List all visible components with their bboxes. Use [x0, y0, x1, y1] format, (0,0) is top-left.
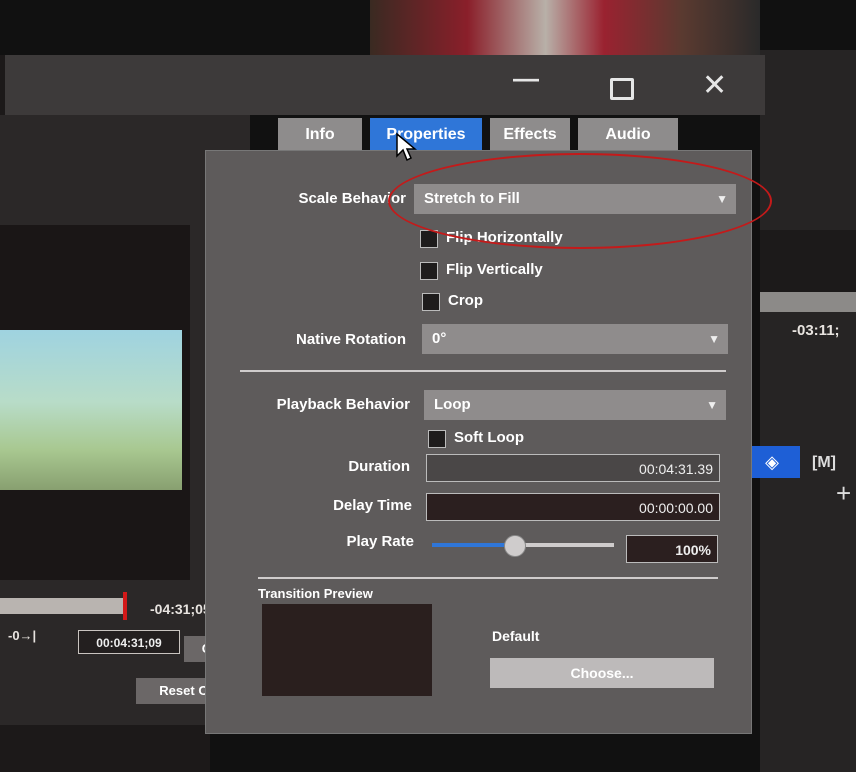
scale-behavior-label: Scale Behavior — [298, 190, 406, 207]
native-rotation-label: Native Rotation — [295, 331, 406, 348]
plus-icon[interactable]: + — [836, 478, 851, 509]
background-video-frame — [370, 0, 760, 55]
divider — [240, 370, 726, 372]
mouse-cursor-icon — [396, 132, 417, 162]
window-titlebar — [5, 55, 765, 115]
divider — [258, 577, 718, 579]
minimize-icon[interactable]: — — [513, 63, 539, 94]
delay-time-label: Delay Time — [333, 497, 412, 514]
play-rate-slider-thumb[interactable] — [504, 535, 526, 557]
flip-vertically-checkbox[interactable] — [420, 262, 438, 280]
remaining-time: -04:31;05 — [150, 601, 211, 617]
right-timeline-strip — [760, 292, 856, 312]
playback-behavior-label: Playback Behavior — [276, 396, 410, 413]
transition-preview-label: Transition Preview — [258, 586, 373, 601]
playhead-marker[interactable] — [123, 592, 127, 620]
default-transition-label: Default — [492, 628, 540, 644]
delay-time-field[interactable]: 00:00:00.00 — [426, 493, 720, 521]
step-to-end-icon[interactable]: -0→| — [8, 628, 36, 643]
maximize-icon[interactable] — [610, 78, 634, 100]
play-rate-slider-track[interactable] — [514, 543, 614, 547]
play-rate-slider-fill — [432, 543, 514, 547]
transition-preview-box — [262, 604, 432, 696]
layers-icon: ◈ — [765, 452, 779, 472]
right-timeline-area — [760, 230, 856, 292]
native-rotation-value: 0° — [432, 330, 447, 347]
layers-button[interactable]: ◈ — [744, 446, 800, 478]
red-annotation-ellipse — [388, 153, 772, 249]
native-rotation-dropdown[interactable]: 0° ▼ — [422, 324, 728, 354]
out-timecode-field[interactable]: 00:04:31;09 — [78, 630, 180, 654]
background-right — [760, 50, 856, 772]
crop-checkbox[interactable] — [422, 293, 440, 311]
m-button[interactable]: [M] — [812, 448, 856, 478]
choose-button[interactable]: Choose... — [490, 658, 714, 688]
play-rate-label: Play Rate — [346, 533, 414, 550]
close-icon[interactable]: ✕ — [702, 68, 727, 103]
duration-field: 00:04:31.39 — [426, 454, 720, 482]
crop-label: Crop — [448, 292, 483, 309]
soft-loop-label: Soft Loop — [454, 429, 524, 446]
chevron-down-icon: ▼ — [708, 332, 720, 346]
chevron-down-icon: ▼ — [706, 398, 718, 412]
tab-properties[interactable]: Properties — [370, 118, 482, 152]
tab-info[interactable]: Info — [278, 118, 362, 152]
duration-label: Duration — [348, 458, 410, 475]
tab-audio[interactable]: Audio — [578, 118, 678, 152]
tab-effects[interactable]: Effects — [490, 118, 570, 152]
soft-loop-checkbox[interactable] — [428, 430, 446, 448]
video-preview-thumbnail — [0, 330, 182, 490]
scrub-bar[interactable] — [0, 598, 125, 614]
playback-behavior-value: Loop — [434, 396, 471, 413]
playback-behavior-dropdown[interactable]: Loop ▼ — [424, 390, 726, 420]
right-time-readout: -03:11; — [792, 322, 840, 339]
flip-vertically-label: Flip Vertically — [446, 261, 543, 278]
play-rate-field[interactable]: 100% — [626, 535, 718, 563]
